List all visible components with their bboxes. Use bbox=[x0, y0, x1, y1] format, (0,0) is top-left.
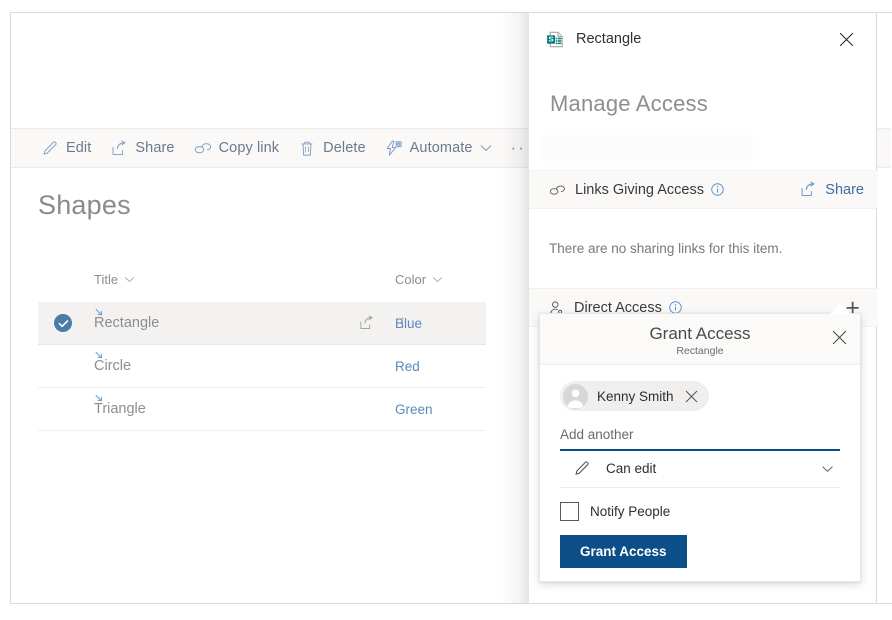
grant-access-titles: Grant Access Rectangle bbox=[649, 324, 750, 357]
permission-dropdown[interactable]: Can edit bbox=[560, 451, 840, 488]
automate-icon bbox=[384, 139, 403, 158]
notify-people-label: Notify People bbox=[590, 503, 671, 519]
grant-access-dialog-body: Kenny Smith Add another Can edit Notify … bbox=[540, 365, 860, 568]
svg-text:S: S bbox=[549, 34, 554, 43]
command-delete[interactable]: Delete bbox=[288, 129, 375, 167]
no-sharing-links-message: There are no sharing links for this item… bbox=[549, 241, 783, 256]
recipient-name: Kenny Smith bbox=[597, 388, 674, 404]
link-icon bbox=[193, 139, 212, 158]
panel-header: S Rectangle bbox=[529, 13, 876, 65]
panel-heading: Manage Access bbox=[550, 91, 708, 116]
row-title-cell: Circle bbox=[94, 351, 394, 374]
command-edit-label: Edit bbox=[66, 140, 92, 156]
chevron-down-icon bbox=[821, 465, 834, 473]
grant-access-close-icon[interactable] bbox=[829, 327, 850, 348]
panel-close-icon[interactable] bbox=[835, 28, 858, 51]
links-giving-access-header: Links Giving Access Share bbox=[529, 170, 878, 209]
shared-indicator-icon bbox=[93, 306, 106, 324]
command-delete-label: Delete bbox=[323, 140, 366, 156]
panel-placeholder-block bbox=[540, 135, 753, 161]
pencil-icon bbox=[40, 139, 59, 158]
grant-access-title: Grant Access bbox=[649, 323, 751, 343]
list-column-headers: Title Color bbox=[38, 272, 486, 298]
table-row[interactable]: Rectangle ⋮ Blue bbox=[38, 302, 486, 345]
grant-access-dialog-header: Grant Access Rectangle bbox=[540, 314, 860, 365]
links-giving-access-label: Links Giving Access bbox=[575, 181, 704, 198]
pencil-icon bbox=[573, 460, 590, 477]
avatar bbox=[563, 383, 588, 409]
table-row[interactable]: Circle Red bbox=[38, 345, 486, 388]
remove-recipient-icon[interactable] bbox=[685, 390, 698, 403]
check-circle-icon bbox=[54, 314, 72, 332]
command-automate-label: Automate bbox=[409, 140, 473, 156]
row-share-icon[interactable] bbox=[358, 315, 375, 331]
column-header-color[interactable]: Color bbox=[395, 272, 443, 287]
table-row[interactable]: Triangle Green bbox=[38, 388, 486, 431]
grant-access-button[interactable]: Grant Access bbox=[560, 534, 687, 568]
command-edit[interactable]: Edit bbox=[31, 129, 100, 167]
recipient-pill[interactable]: Kenny Smith bbox=[560, 381, 709, 411]
panel-item-title: Rectangle bbox=[576, 31, 642, 47]
permission-value: Can edit bbox=[606, 461, 657, 476]
info-icon[interactable] bbox=[711, 183, 724, 196]
chevron-down-icon bbox=[480, 144, 492, 152]
link-icon bbox=[548, 182, 566, 198]
row-color-value: Red bbox=[395, 358, 420, 374]
shared-indicator-icon bbox=[93, 349, 106, 367]
chevron-down-icon bbox=[124, 276, 135, 283]
share-icon bbox=[109, 139, 128, 158]
shared-indicator-icon bbox=[93, 392, 106, 410]
links-share-button[interactable]: Share bbox=[799, 181, 864, 198]
command-automate[interactable]: Automate bbox=[375, 129, 501, 167]
list-rows: Rectangle ⋮ Blue Circle Red Triangle Gre… bbox=[38, 302, 486, 431]
column-header-color-label: Color bbox=[395, 272, 427, 287]
grant-access-subtitle: Rectangle bbox=[676, 344, 724, 357]
chevron-down-icon bbox=[432, 276, 443, 283]
notify-people-row[interactable]: Notify People bbox=[560, 501, 840, 521]
row-select-checkbox[interactable] bbox=[38, 314, 94, 332]
sharepoint-list-item-icon: S bbox=[545, 29, 566, 50]
page-title: Shapes bbox=[38, 190, 131, 220]
row-title-cell: Rectangle ⋮ bbox=[94, 308, 409, 331]
column-header-title-label: Title bbox=[94, 272, 119, 287]
notify-people-checkbox[interactable] bbox=[560, 501, 579, 521]
command-copy-link[interactable]: Copy link bbox=[184, 129, 289, 167]
command-share-label: Share bbox=[135, 140, 175, 156]
command-share[interactable]: Share bbox=[100, 129, 183, 167]
app-root: Edit Share Copy link Delete Automate ···… bbox=[0, 0, 892, 620]
command-copy-link-label: Copy link bbox=[218, 140, 280, 156]
trash-icon bbox=[297, 139, 316, 158]
row-color-value: Blue bbox=[395, 315, 423, 331]
links-share-label: Share bbox=[825, 181, 864, 198]
share-icon bbox=[799, 181, 817, 198]
column-header-title[interactable]: Title bbox=[94, 272, 135, 287]
row-title-cell: Triangle bbox=[94, 394, 394, 417]
add-another-input[interactable]: Add another bbox=[560, 427, 840, 451]
row-color-value: Green bbox=[395, 401, 433, 417]
grant-access-dialog: Grant Access Rectangle Kenny Smith Add a… bbox=[539, 313, 861, 582]
